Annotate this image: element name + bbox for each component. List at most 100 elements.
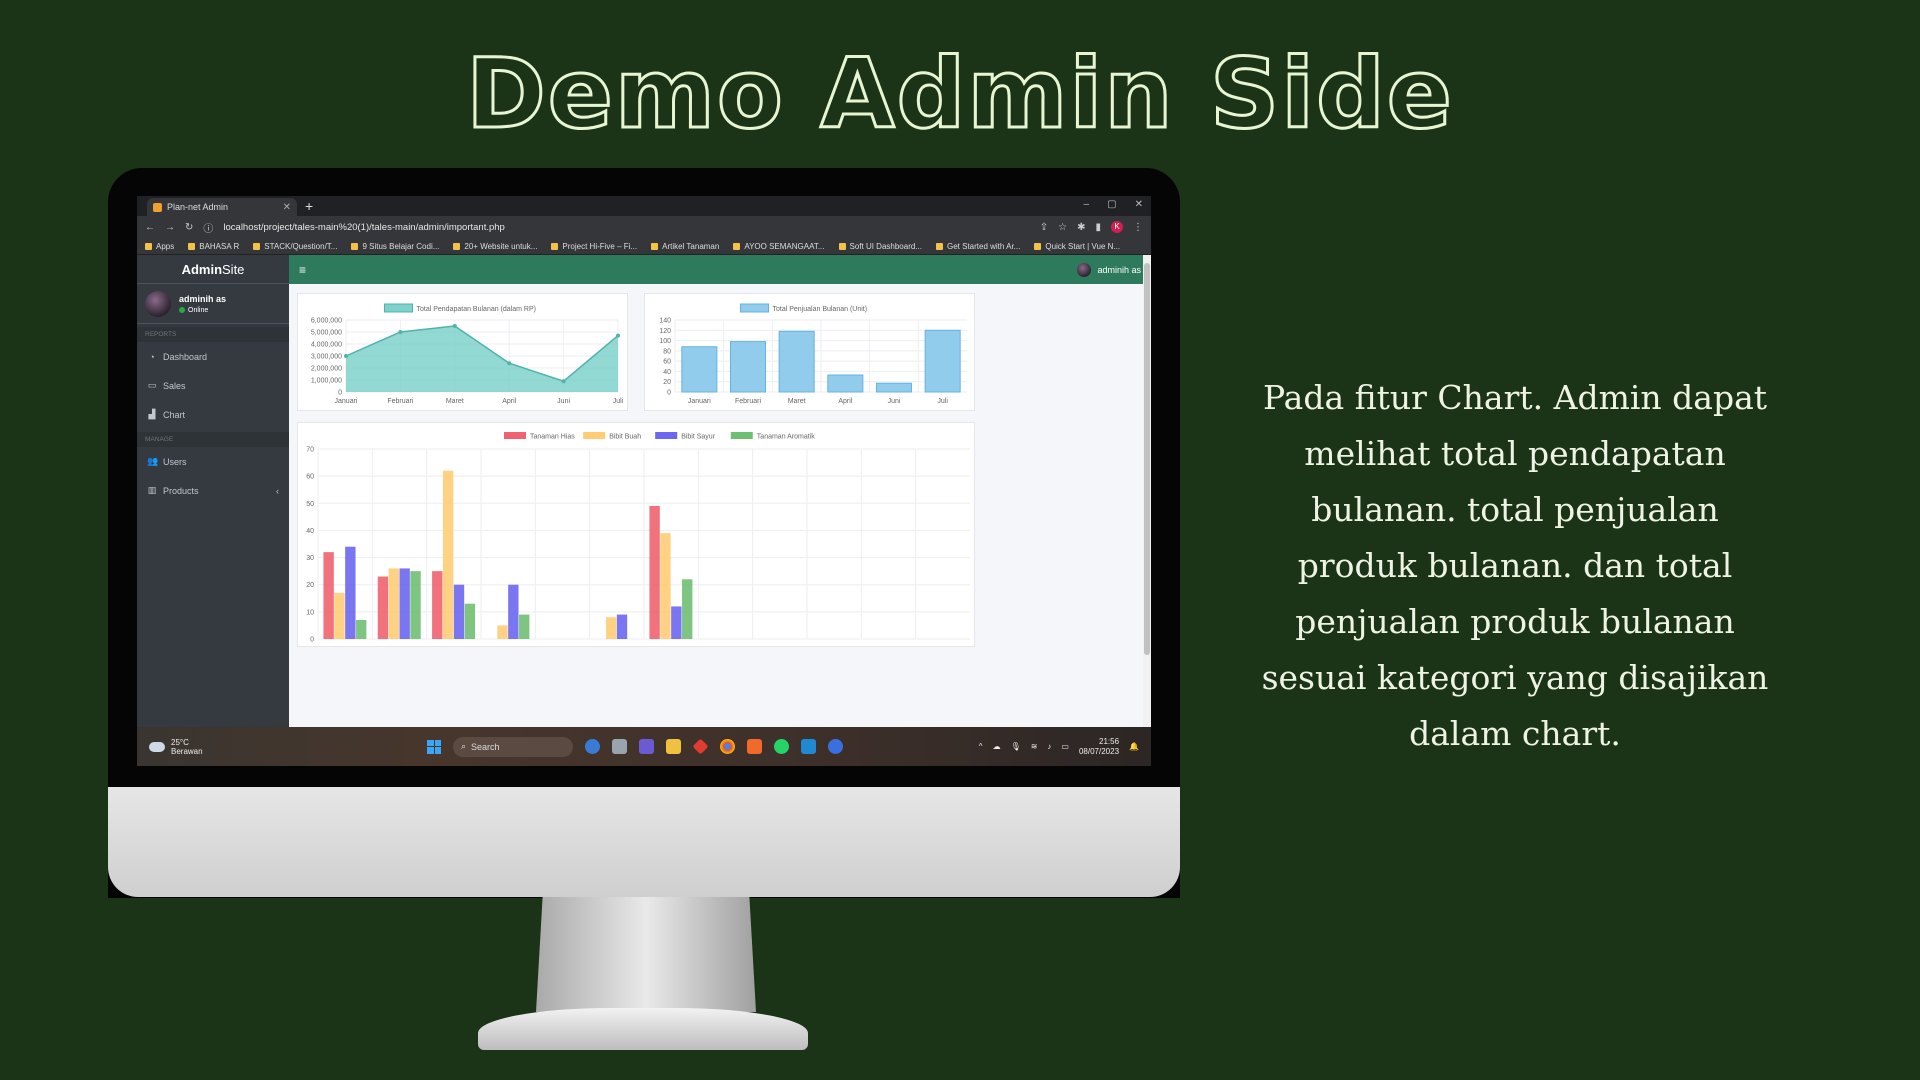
gauge-icon: ◔ bbox=[149, 351, 155, 362]
y-tick-label: 80 bbox=[663, 348, 671, 355]
y-tick-label: 0 bbox=[310, 637, 314, 644]
vscode-icon[interactable] bbox=[801, 739, 816, 754]
bar bbox=[875, 382, 913, 393]
share-icon[interactable]: ⇪ bbox=[1040, 222, 1048, 233]
page-scrollbar[interactable] bbox=[1143, 255, 1151, 727]
bar bbox=[519, 614, 530, 639]
wifi-icon[interactable]: ≋ bbox=[1031, 742, 1038, 751]
notification-icon[interactable]: 🔔 bbox=[1129, 742, 1139, 751]
bookmark-star-icon[interactable]: ☆ bbox=[1058, 222, 1067, 233]
forward-icon[interactable]: → bbox=[165, 222, 175, 233]
legend-swatch bbox=[740, 303, 769, 313]
revenue-chart-card: 6,000,000 5,000,000 4,000,000 3,000,000 2,00… bbox=[297, 293, 628, 411]
taskbar-search[interactable]: ⌕ Search bbox=[453, 736, 573, 757]
bookmark-item[interactable]: Soft UI Dashboard... bbox=[839, 242, 922, 251]
top-navbar: ≡ adminih as bbox=[289, 255, 1151, 284]
weather-widget[interactable]: 25°C Berawan bbox=[137, 738, 203, 756]
user-panel: adminih as Online bbox=[137, 284, 289, 324]
hamburger-icon[interactable]: ≡ bbox=[299, 263, 306, 277]
chevron-up-icon[interactable]: ^ bbox=[979, 742, 983, 751]
revenue-chart: 6,000,000 5,000,000 4,000,000 3,000,000 2,00… bbox=[311, 303, 624, 405]
bar bbox=[681, 346, 718, 393]
sidebar-item-products[interactable]: ▥ Products ‹ bbox=[137, 476, 289, 505]
bar bbox=[778, 330, 815, 393]
y-tick-label: 0 bbox=[667, 390, 671, 397]
top-user-menu[interactable]: adminih as bbox=[1077, 262, 1141, 277]
bookmark-item[interactable]: BAHASA R bbox=[188, 242, 239, 251]
bookmark-item[interactable]: Project Hi-Five – Fi... bbox=[551, 242, 637, 251]
info-icon[interactable]: ⓘ bbox=[203, 220, 213, 235]
url-field[interactable]: localhost/project/tales-main%20(1)/tales… bbox=[223, 222, 1029, 233]
legend-label: Tanaman Aromatik bbox=[757, 434, 815, 441]
sidepanel-icon[interactable]: ▮ bbox=[1095, 222, 1101, 233]
tab-close-icon[interactable]: ✕ bbox=[283, 202, 291, 213]
sidebar-item-dashboard[interactable]: ◔ Dashboard bbox=[137, 342, 289, 371]
x-tick-label: Februari bbox=[735, 398, 762, 405]
legend-label: Total Pendapatan Bulanan (dalam RP) bbox=[417, 306, 536, 313]
bar bbox=[399, 568, 410, 639]
bar bbox=[671, 606, 682, 639]
windows-start-icon[interactable] bbox=[427, 739, 441, 754]
close-window-icon[interactable]: ✕ bbox=[1135, 199, 1143, 210]
y-tick-label: 140 bbox=[659, 318, 671, 325]
browser-tab[interactable]: Plan-net Admin ✕ bbox=[147, 198, 297, 216]
task-view-icon[interactable] bbox=[612, 739, 627, 754]
clock[interactable]: 21:56 08/07/2023 bbox=[1079, 737, 1119, 757]
profile-avatar[interactable]: K bbox=[1111, 221, 1123, 233]
chrome-icon[interactable] bbox=[720, 739, 735, 754]
bar bbox=[649, 506, 660, 639]
bookmark-item[interactable]: Quick Start | Vue N... bbox=[1034, 242, 1120, 251]
teams-chat-icon[interactable] bbox=[639, 739, 654, 754]
bookmark-item[interactable]: 9 Situs Belajar Codi... bbox=[351, 242, 439, 251]
data-point bbox=[344, 354, 348, 358]
y-tick-label: 50 bbox=[306, 501, 314, 508]
category-sales-chart: 70 60 50 40 30 20 10 0 Tanaman Hias Bibit Buah Bib… bbox=[306, 432, 970, 644]
bar bbox=[410, 571, 421, 639]
area-fill bbox=[346, 326, 618, 392]
bookmark-item[interactable]: Artikel Tanaman bbox=[651, 242, 719, 251]
y-tick-label: 60 bbox=[306, 474, 314, 481]
sidebar-item-sales[interactable]: ▭ Sales bbox=[137, 371, 289, 400]
new-tab-icon[interactable]: + bbox=[305, 198, 313, 214]
data-point bbox=[452, 324, 457, 328]
windows-taskbar: 25°C Berawan ⌕ Search ^ ☁ 🎙 ≋ ♪ ▭ 21:56 08/… bbox=[137, 727, 1151, 766]
scrollbar-thumb[interactable] bbox=[1144, 263, 1150, 655]
microphone-icon[interactable]: 🎙 bbox=[1011, 742, 1021, 751]
bar bbox=[605, 617, 617, 639]
monitor-base bbox=[478, 1008, 808, 1050]
sidebar-item-users[interactable]: 👥 Users bbox=[137, 447, 289, 476]
bar bbox=[827, 374, 864, 393]
bookmark-item[interactable]: Get Started with Ar... bbox=[936, 242, 1020, 251]
y-tick-label: 120 bbox=[659, 328, 671, 335]
extensions-icon[interactable]: ✱ bbox=[1077, 222, 1085, 233]
onedrive-icon[interactable]: ☁ bbox=[993, 742, 1001, 751]
maximize-icon[interactable]: ▢ bbox=[1107, 199, 1116, 210]
y-tick-label: 5,000,000 bbox=[311, 330, 342, 337]
y-tick-label: 3,000,000 bbox=[311, 354, 342, 361]
file-explorer-icon[interactable] bbox=[666, 739, 681, 754]
sidebar-item-chart[interactable]: ▟ Chart bbox=[137, 400, 289, 429]
bookmark-item[interactable]: 20+ Website untuk... bbox=[453, 242, 537, 251]
bookmark-item[interactable]: Apps bbox=[145, 242, 174, 251]
xampp-icon[interactable] bbox=[747, 739, 762, 754]
legend-label: Bibit Buah bbox=[609, 434, 641, 441]
back-icon[interactable]: ← bbox=[145, 222, 155, 233]
bing-icon[interactable] bbox=[585, 739, 600, 754]
whatsapp-icon[interactable] bbox=[774, 739, 789, 754]
battery-icon[interactable]: ▭ bbox=[1061, 742, 1069, 751]
monitor-stand bbox=[536, 897, 756, 1012]
x-tick-label: Februari bbox=[387, 398, 414, 405]
bookmark-item[interactable]: STACK/Question/T... bbox=[253, 242, 337, 251]
messenger-icon[interactable] bbox=[828, 739, 843, 754]
volume-icon[interactable]: ♪ bbox=[1047, 742, 1051, 751]
bookmark-item[interactable]: AYOO SEMANGAAT... bbox=[733, 242, 824, 251]
bar bbox=[497, 625, 508, 639]
avatar bbox=[1077, 262, 1092, 277]
minimize-icon[interactable]: – bbox=[1084, 199, 1090, 210]
menu-dots-icon[interactable]: ⋮ bbox=[1133, 222, 1143, 233]
reload-icon[interactable]: ↻ bbox=[185, 222, 193, 233]
category-chart-card: 70 60 50 40 30 20 10 0 Tanaman Hias Bibit Buah Bib… bbox=[297, 422, 975, 647]
brand-logo[interactable]: AdminSite bbox=[137, 255, 289, 284]
git-icon[interactable] bbox=[692, 738, 709, 755]
tab-favicon-icon bbox=[153, 202, 162, 212]
